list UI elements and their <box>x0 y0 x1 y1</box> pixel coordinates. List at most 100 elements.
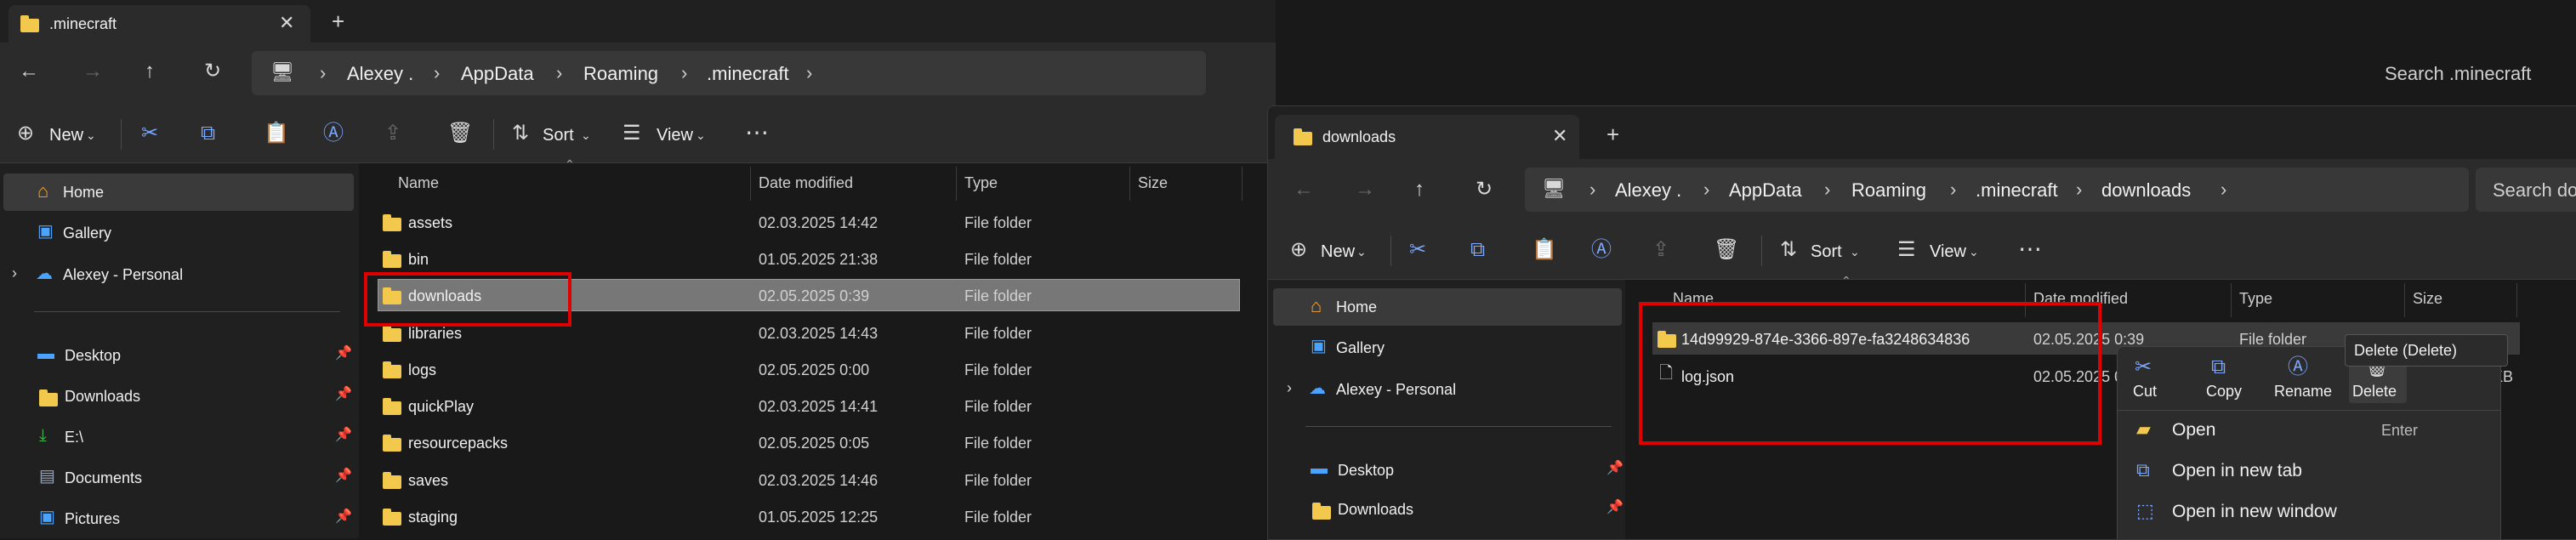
menu-item-open-new-tab[interactable]: Open in new tab <box>2172 461 2302 481</box>
column-header-name[interactable]: Name <box>398 174 439 192</box>
column-header-type[interactable]: Type <box>2239 290 2272 308</box>
sidebar-item-desktop[interactable]: Desktop <box>1338 462 1394 480</box>
more-options-icon[interactable]: ⋯ <box>2018 237 2042 261</box>
pin-icon[interactable]: 📌 <box>1606 462 1624 475</box>
rename-icon[interactable]: Ⓐ <box>1591 240 1612 260</box>
pin-icon[interactable]: 📌 <box>335 388 352 401</box>
up-icon[interactable]: ↑ <box>1414 179 1424 200</box>
column-divider[interactable] <box>2231 283 2232 317</box>
sidebar-item-e-drive[interactable]: E:\ <box>65 429 83 446</box>
sort-icon[interactable]: ⇅ <box>512 123 529 144</box>
close-icon[interactable]: ✕ <box>1552 127 1567 145</box>
new-button[interactable]: New <box>49 126 83 145</box>
pin-icon[interactable]: 📌 <box>1606 501 1624 514</box>
sort-icon[interactable]: ⇅ <box>1780 240 1797 260</box>
new-tab-icon[interactable]: + <box>1606 123 1619 145</box>
cut-icon[interactable]: ✂ <box>1409 240 1426 260</box>
address-bar[interactable]: 🖥 › Alexey . › AppData › Roaming › .mine… <box>252 51 1206 95</box>
new-icon[interactable]: ⊕ <box>17 123 34 144</box>
copy-icon[interactable]: ⧉ <box>201 123 215 144</box>
chevron-right-icon[interactable]: › <box>1287 380 1292 395</box>
breadcrumb-alexey[interactable]: Alexey . <box>1615 179 1681 202</box>
sort-button[interactable]: Sort <box>543 126 574 145</box>
search-input[interactable]: Search .minecraft <box>2385 63 2531 85</box>
breadcrumb-appdata[interactable]: AppData <box>461 63 534 85</box>
more-options-icon[interactable]: ⋯ <box>745 121 769 145</box>
column-header-type[interactable]: Type <box>964 174 998 192</box>
cut-icon[interactable]: ✂ <box>2135 357 2152 378</box>
pin-icon[interactable]: 📌 <box>335 429 352 442</box>
new-button[interactable]: New <box>1321 242 1355 262</box>
tab-minecraft[interactable]: .minecraft ✕ <box>9 5 310 43</box>
pin-icon[interactable]: 📌 <box>335 347 352 361</box>
column-divider[interactable] <box>1129 167 1130 201</box>
back-icon[interactable]: ← <box>1294 179 1314 200</box>
breadcrumb-alexey[interactable]: Alexey . <box>347 63 413 85</box>
up-icon[interactable]: ↑ <box>145 61 155 82</box>
sidebar-item-gallery[interactable]: Gallery <box>63 225 111 242</box>
breadcrumb-roaming[interactable]: Roaming <box>1851 179 1926 202</box>
sidebar-item-personal[interactable]: Alexey - Personal <box>63 266 183 284</box>
sidebar-item-downloads[interactable]: Downloads <box>1338 501 1413 519</box>
sidebar-item-downloads[interactable]: Downloads <box>65 388 140 406</box>
copy-icon[interactable]: ⧉ <box>1470 240 1485 260</box>
new-tab-icon[interactable]: + <box>332 10 344 32</box>
pin-icon[interactable]: 📌 <box>335 469 352 483</box>
back-icon[interactable]: ← <box>19 61 39 82</box>
column-divider[interactable] <box>2404 283 2405 317</box>
search-input[interactable]: Search dow <box>2493 179 2576 202</box>
chevron-right-icon[interactable]: › <box>12 265 17 281</box>
sidebar-item-home[interactable]: Home <box>1336 298 1377 316</box>
sidebar-item-home[interactable]: Home <box>63 184 104 202</box>
view-button[interactable]: View <box>1930 242 1966 262</box>
share-icon[interactable]: ⇪ <box>1652 240 1669 260</box>
close-icon[interactable]: ✕ <box>279 14 294 32</box>
column-header-size[interactable]: Size <box>2413 290 2442 308</box>
share-icon[interactable]: ⇪ <box>384 123 401 144</box>
cut-action[interactable]: Cut <box>2133 383 2157 401</box>
refresh-icon[interactable]: ↻ <box>1476 179 1493 200</box>
tab-downloads[interactable]: downloads ✕ <box>1275 115 1579 159</box>
column-divider[interactable] <box>956 167 957 201</box>
sort-button[interactable]: Sort <box>1811 242 1842 262</box>
column-divider[interactable] <box>750 167 751 201</box>
menu-item-open-new-window[interactable]: Open in new window <box>2172 502 2337 522</box>
sidebar-item-documents[interactable]: Documents <box>65 469 142 487</box>
refresh-icon[interactable]: ↻ <box>204 61 221 82</box>
copy-icon[interactable]: ⧉ <box>2211 357 2226 378</box>
menu-item-open[interactable]: Open <box>2172 420 2215 441</box>
copy-action[interactable]: Copy <box>2206 383 2242 401</box>
sidebar-item-gallery[interactable]: Gallery <box>1336 339 1385 357</box>
paste-icon[interactable]: 📋 <box>1532 240 1557 260</box>
forward-icon[interactable]: → <box>1355 179 1375 200</box>
address-bar[interactable]: 🖥 › Alexey . › AppData › Roaming › .mine… <box>1525 168 2469 212</box>
view-button[interactable]: View <box>657 126 693 145</box>
breadcrumb-appdata[interactable]: AppData <box>1729 179 1802 202</box>
breadcrumb-minecraft[interactable]: .minecraft <box>1976 179 2058 202</box>
folder-icon <box>383 251 401 268</box>
sidebar-item-desktop[interactable]: Desktop <box>65 347 121 365</box>
rename-icon[interactable]: Ⓐ <box>323 123 344 144</box>
breadcrumb-roaming[interactable]: Roaming <box>583 63 658 85</box>
paste-icon[interactable]: 📋 <box>264 123 289 144</box>
rename-icon[interactable]: Ⓐ <box>2288 357 2308 378</box>
sidebar-item-personal[interactable]: Alexey - Personal <box>1336 381 1456 399</box>
column-divider[interactable] <box>1242 167 1243 201</box>
view-icon[interactable]: ☰ <box>1897 240 1916 260</box>
view-icon[interactable]: ☰ <box>623 123 641 144</box>
rename-action[interactable]: Rename <box>2274 383 2332 401</box>
column-divider[interactable] <box>2516 283 2517 317</box>
new-icon[interactable]: ⊕ <box>1290 240 1307 260</box>
forward-icon[interactable]: → <box>82 61 103 82</box>
column-header-date[interactable]: Date modified <box>759 174 853 192</box>
sidebar-item-pictures[interactable]: Pictures <box>65 510 120 528</box>
delete-icon[interactable]: 🗑 <box>1714 240 1739 260</box>
delete-icon[interactable]: 🗑 <box>447 123 473 144</box>
column-header-size[interactable]: Size <box>1138 174 1168 192</box>
breadcrumb-downloads[interactable]: downloads <box>2101 179 2191 202</box>
cut-icon[interactable]: ✂ <box>141 123 158 144</box>
pin-icon[interactable]: 📌 <box>335 510 352 524</box>
delete-action[interactable]: Delete <box>2352 383 2397 401</box>
breadcrumb-minecraft[interactable]: .minecraft <box>707 63 789 85</box>
search-box[interactable]: Search dow <box>2476 168 2576 212</box>
